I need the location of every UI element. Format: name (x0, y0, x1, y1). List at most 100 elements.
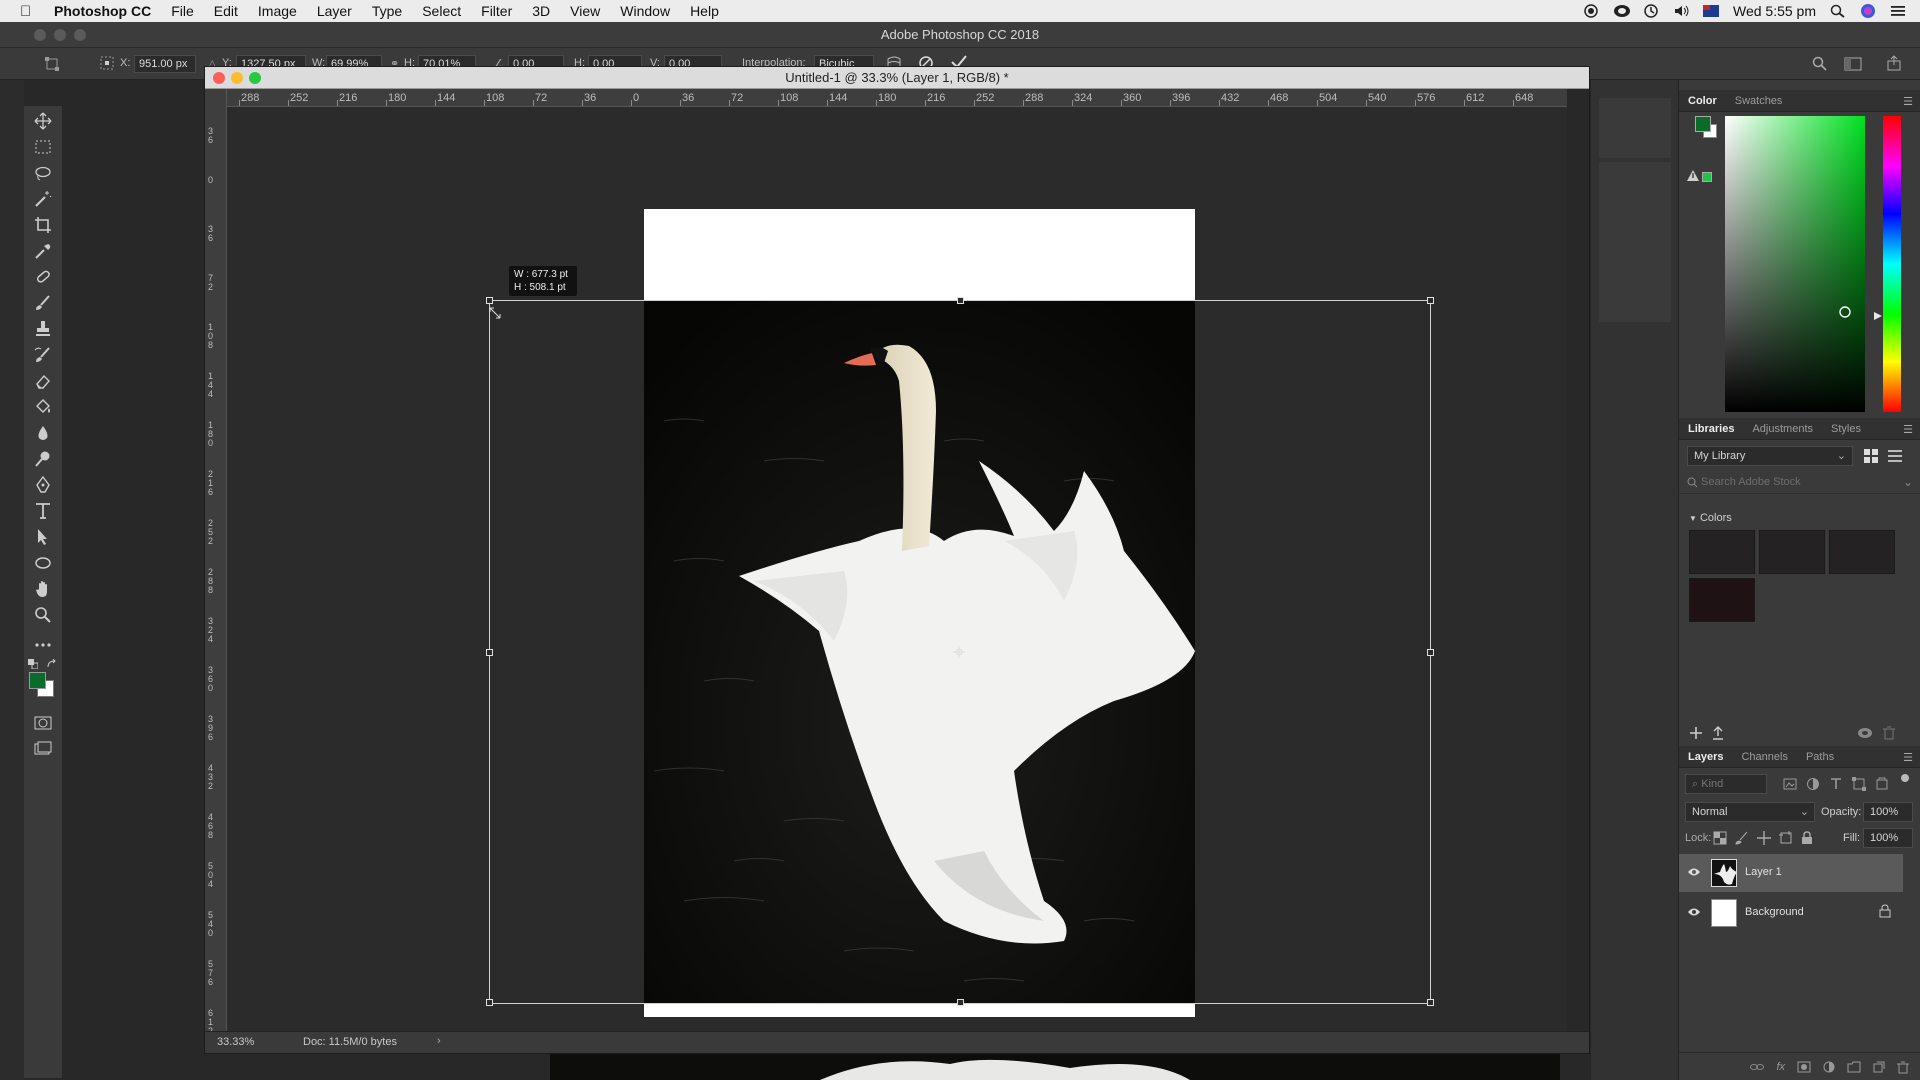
canvas-area[interactable]: W : 677.3 pt H : 508.1 pt (227, 107, 1567, 1039)
grid-view-icon[interactable] (1863, 448, 1879, 467)
add-content-icon[interactable] (1689, 726, 1703, 743)
search-icon[interactable] (1812, 56, 1828, 75)
library-color-swatch[interactable] (1829, 530, 1895, 574)
menu-window[interactable]: Window (620, 3, 670, 19)
brush-tool-icon[interactable] (32, 292, 54, 314)
layer-row[interactable]: Background (1679, 894, 1903, 932)
cloud-sync-icon[interactable] (1857, 726, 1873, 743)
transform-handle-middle-right[interactable] (1427, 649, 1434, 656)
app-minimize-button[interactable] (54, 29, 66, 41)
search-stock-input[interactable]: Search Adobe Stock (1701, 476, 1801, 488)
lock-position-icon[interactable] (1757, 831, 1771, 848)
lasso-tool-icon[interactable] (32, 162, 54, 184)
blend-mode-select[interactable]: Normal ⌄ (1685, 802, 1815, 822)
layer-row[interactable]: Layer 1 (1679, 854, 1903, 892)
doc-minimize-button[interactable] (231, 72, 243, 84)
menu-view[interactable]: View (570, 3, 600, 19)
library-color-swatch[interactable] (1689, 578, 1755, 622)
document-info[interactable]: Doc: 11.5M/0 bytes (303, 1036, 397, 1048)
colors-section-header[interactable]: ▼ Colors (1689, 512, 1732, 524)
tab-styles[interactable]: Styles (1822, 418, 1870, 440)
visibility-eye-icon[interactable] (1687, 867, 1701, 880)
quick-mask-icon[interactable] (32, 712, 54, 734)
opacity-field[interactable]: 100% (1863, 802, 1913, 822)
panel-foreground-swatch[interactable] (1695, 116, 1711, 132)
list-view-icon[interactable] (1887, 448, 1903, 467)
status-menu-arrow-icon[interactable]: › (437, 1035, 441, 1047)
transform-handle-top-center[interactable] (957, 297, 964, 304)
color-field[interactable] (1725, 116, 1865, 412)
ellipse-tool-icon[interactable] (32, 552, 54, 574)
tab-paths[interactable]: Paths (1797, 746, 1843, 768)
swap-colors-icon[interactable] (46, 658, 58, 672)
search-options-chevron-icon[interactable]: ⌄ (1903, 475, 1913, 489)
lock-transparent-pixels-icon[interactable] (1713, 831, 1727, 848)
smart-object-filter-icon[interactable] (1875, 777, 1889, 794)
lock-all-icon[interactable] (1801, 831, 1813, 848)
visibility-eye-icon[interactable] (1687, 907, 1701, 920)
flag-icon[interactable] (1702, 4, 1719, 18)
transform-handle-bottom-right[interactable] (1427, 999, 1434, 1006)
transform-tool-preset-icon[interactable] (44, 56, 62, 75)
lock-artboard-icon[interactable] (1779, 831, 1793, 848)
shape-layer-filter-icon[interactable] (1852, 777, 1866, 794)
time-machine-icon[interactable] (1643, 4, 1659, 18)
menu-filter[interactable]: Filter (481, 3, 512, 19)
library-select[interactable]: My Library ⌄ (1687, 446, 1853, 466)
tab-channels[interactable]: Channels (1732, 746, 1796, 768)
stock-search-bar[interactable]: Search Adobe Stock ⌄ (1679, 472, 1920, 494)
workspace-icon[interactable] (1844, 56, 1862, 75)
filter-toggle-icon[interactable] (1901, 774, 1909, 782)
default-colors-icon[interactable] (28, 658, 39, 672)
pixel-layer-filter-icon[interactable] (1783, 777, 1797, 794)
tab-adjustments[interactable]: Adjustments (1743, 418, 1822, 440)
lock-image-pixels-icon[interactable] (1735, 831, 1749, 848)
transform-handle-top-left[interactable] (486, 297, 493, 304)
volume-icon[interactable] (1673, 4, 1689, 18)
clone-stamp-tool-icon[interactable] (32, 318, 54, 340)
transform-handle-bottom-center[interactable] (957, 999, 964, 1006)
tab-libraries[interactable]: Libraries (1679, 418, 1743, 440)
magic-wand-tool-icon[interactable] (32, 188, 54, 210)
menu-layer[interactable]: Layer (317, 3, 352, 19)
healing-brush-tool-icon[interactable] (32, 266, 54, 288)
web-safe-color-swatch[interactable] (1702, 172, 1712, 182)
screen-mode-icon[interactable] (32, 738, 54, 760)
tab-color[interactable]: Color (1679, 90, 1726, 112)
menu-app-name[interactable]: Photoshop CC (54, 3, 151, 19)
creative-cloud-icon[interactable] (1613, 4, 1630, 18)
menu-select[interactable]: Select (422, 3, 461, 19)
layer-kind-filter[interactable]: ⌕ Kind (1685, 774, 1767, 794)
record-icon[interactable] (1583, 4, 1599, 18)
app-close-button[interactable] (34, 29, 46, 41)
hue-slider-thumb-icon[interactable] (1874, 309, 1882, 323)
hand-tool-icon[interactable] (32, 578, 54, 600)
free-transform-bounding-box[interactable] (486, 297, 1434, 1006)
transform-reference-point-icon[interactable] (953, 646, 965, 661)
layers-panel-menu-icon[interactable]: ☰ (1903, 751, 1913, 764)
more-tools-icon[interactable] (32, 634, 54, 656)
eyedropper-tool-icon[interactable] (32, 240, 54, 262)
document-title-bar[interactable]: Untitled-1 @ 33.3% (Layer 1, RGB/8) * (205, 67, 1589, 89)
zoom-level[interactable]: 33.33% (217, 1036, 254, 1048)
spotlight-search-icon[interactable] (1830, 4, 1846, 18)
menu-help[interactable]: Help (690, 3, 719, 19)
blur-tool-icon[interactable] (32, 422, 54, 444)
new-layer-icon[interactable] (1873, 1061, 1885, 1080)
new-group-icon[interactable] (1847, 1061, 1861, 1080)
adjustment-layer-icon[interactable] (1823, 1061, 1835, 1080)
library-color-swatch[interactable] (1689, 530, 1755, 574)
vertical-ruler[interactable]: 36 0 36 72 108 144 180 216 252 288 324 360 396 432 468… (205, 89, 227, 1039)
reference-point-icon[interactable] (100, 56, 114, 73)
foreground-color-swatch[interactable] (29, 672, 46, 689)
menu-edit[interactable]: Edit (214, 3, 238, 19)
doc-zoom-button[interactable] (249, 72, 261, 84)
siri-icon[interactable] (1860, 4, 1876, 18)
doc-close-button[interactable] (213, 72, 225, 84)
menu-file[interactable]: File (171, 3, 194, 19)
tab-swatches[interactable]: Swatches (1726, 90, 1792, 112)
library-color-swatch[interactable] (1759, 530, 1825, 574)
library-trash-icon[interactable] (1883, 726, 1895, 743)
eraser-tool-icon[interactable] (32, 370, 54, 392)
paint-bucket-tool-icon[interactable] (32, 396, 54, 418)
